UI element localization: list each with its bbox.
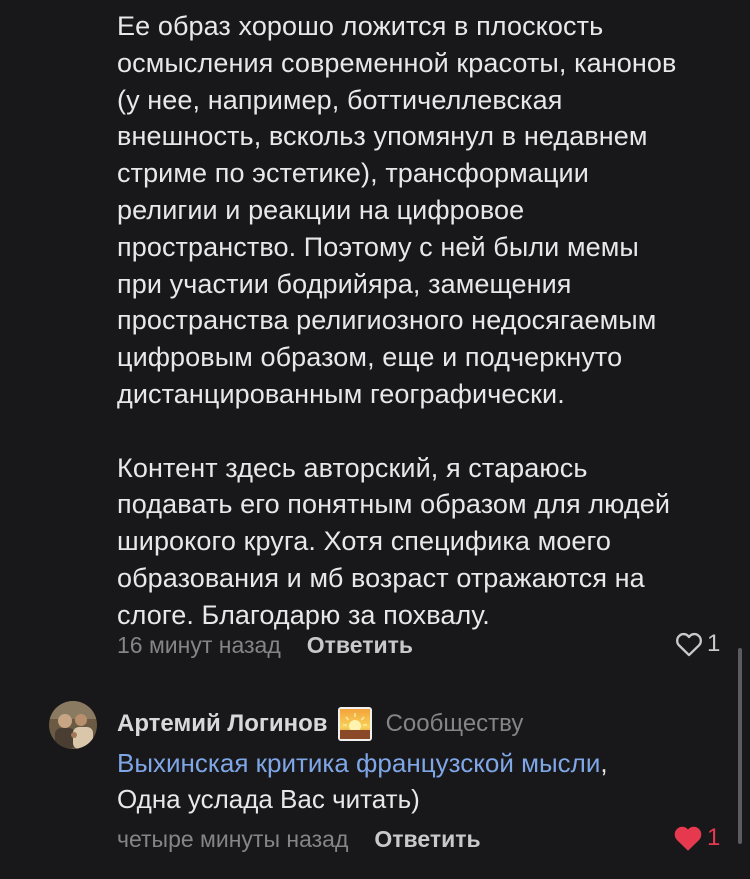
comment-paragraph-2: Контент здесь авторский, я стараюсь пода… [117,452,671,630]
reply-text-line: Одна услада Вас читать) [117,784,420,814]
reply-like-count: 1 [707,824,721,851]
comment-meta-row: 16 минут назад Ответить [117,627,727,663]
reply-author-role: Сообществу [385,710,524,737]
reply-text: Выхинская критика французской мысли, Одна… [117,745,737,817]
comment-reply-button[interactable]: Ответить [307,632,413,659]
reply-mention-link[interactable]: Выхинская критика французской мысли [117,748,600,778]
comment-timestamp: 16 минут назад [117,631,281,658]
reply-author-name[interactable]: Артемий Логинов [117,710,328,738]
reply-timestamp: четыре минуты назад [117,825,349,852]
sunset-emoji-icon [337,707,372,741]
comment-like-count: 1 [707,630,721,657]
comment-like-button[interactable]: 1 [675,630,720,658]
reply-author-row: Артемий Логинов Сообществу [117,704,523,744]
scrollbar[interactable] [738,648,742,844]
comment-text: Ее образ хорошо ложится в плоскость осмы… [117,8,737,634]
reply-meta-row: четыре минуты назад Ответить [117,821,727,857]
avatar[interactable] [49,701,97,749]
reply-mention-punct: , [600,748,608,778]
comment-paragraph-1: Ее образ хорошо ложится в плоскость осмы… [117,11,677,409]
heart-filled-icon [674,826,702,851]
reply-reply-button[interactable]: Ответить [374,826,480,853]
heart-outline-icon [676,632,702,657]
avatar-photo [49,701,97,749]
reply-like-button[interactable]: 1 [673,824,720,852]
